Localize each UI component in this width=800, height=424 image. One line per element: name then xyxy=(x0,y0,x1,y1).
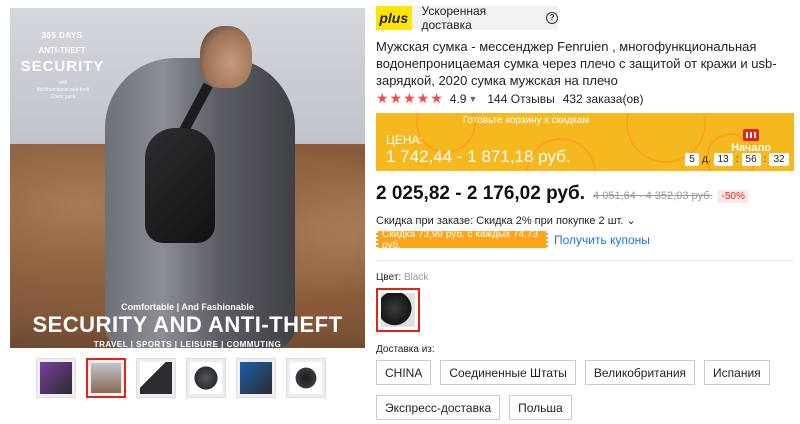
timer-seconds: 32 xyxy=(769,153,789,166)
thumbnail-image xyxy=(240,362,272,394)
ship-option-poland[interactable]: Польша xyxy=(509,395,572,420)
timer-separator: : xyxy=(735,154,739,165)
image-model-head xyxy=(200,26,252,88)
price-row: 2 025,82 - 2 176,02 руб. 4 051,64 - 4 35… xyxy=(376,183,748,205)
thumbnail-image xyxy=(91,363,121,393)
promo-price: 1 742,44 - 1 871,18 руб. xyxy=(386,147,571,166)
timer-days-suffix: д. xyxy=(702,154,711,165)
orders-count: 432 заказа(ов) xyxy=(562,91,644,106)
thumbnail-4[interactable] xyxy=(186,358,226,398)
product-title: Мужская сумка - мессенджер Fenruien , мн… xyxy=(376,39,777,88)
help-icon[interactable]: ? xyxy=(546,12,558,24)
timer-minutes: 56 xyxy=(741,153,761,166)
thumbnail-image xyxy=(190,362,222,394)
promo-price-label: ЦЕНА: xyxy=(386,133,423,147)
ship-option-usa[interactable]: Соединенные Штаты xyxy=(440,360,576,385)
sale-icon xyxy=(743,129,759,141)
fast-shipping-bar: plus Ускоренная доставка ? xyxy=(376,4,558,32)
current-price: 2 025,82 - 2 176,02 руб. xyxy=(376,183,586,204)
order-discount-text: Скидка при заказе: Скидка 2% при покупке… xyxy=(376,215,624,227)
overlay-comfortable: Comfortable | And Fashionable xyxy=(121,302,254,312)
thumbnail-3[interactable] xyxy=(136,358,176,398)
ship-from-options: CHINA Соединенные Штаты Великобритания И… xyxy=(376,360,796,420)
thumbnail-strip xyxy=(36,358,326,398)
plus-badge: plus xyxy=(376,6,412,30)
color-swatch-black[interactable] xyxy=(376,288,420,332)
overlay-headline: SECURITY AND ANTI-THEFT xyxy=(32,312,343,337)
thumbnail-image xyxy=(290,362,322,394)
promo-banner-text: Готовьте корзину к скидкам xyxy=(462,115,590,126)
image-bag xyxy=(145,128,215,243)
chevron-down-icon: ⌄ xyxy=(626,215,636,227)
get-coupons-link[interactable]: Получить купоны xyxy=(554,233,650,247)
overlay-with-text: with Multifunctional anti-theft Chest pa… xyxy=(36,80,90,100)
fast-shipping-label: Ускоренная доставка xyxy=(421,4,487,32)
timer-hours: 13 xyxy=(713,153,733,166)
promo-banner: Готовьте корзину к скидкам ЦЕНА: 1 742,4… xyxy=(376,113,794,171)
overlay-days: 365 DAYS xyxy=(41,31,83,40)
ship-from-label: Доставка из: xyxy=(376,344,435,355)
overlay-tags: TRAVEL | SPORTS | LEISURE | COMMUTING xyxy=(93,340,282,348)
thumbnail-2[interactable] xyxy=(86,358,126,398)
thumbnail-1[interactable] xyxy=(36,358,76,398)
promo-start: Начало xyxy=(716,129,786,154)
order-discount[interactable]: Скидка при заказе: Скидка 2% при покупке… xyxy=(376,214,636,227)
discount-badge: -50% xyxy=(718,190,748,203)
color-value: Black xyxy=(403,272,429,283)
ship-option-china[interactable]: CHINA xyxy=(376,360,432,385)
product-main-image[interactable]: 365 DAYS ANTI-THEFT SECURITY with Multif… xyxy=(10,8,365,348)
reviews-link[interactable]: 144 Отзывы xyxy=(487,92,554,106)
timer-days: 5 xyxy=(685,153,699,166)
rating-value[interactable]: 4.9 xyxy=(450,92,467,106)
divider xyxy=(376,260,794,261)
color-label: Цвет: Black xyxy=(376,272,428,283)
ship-option-uk[interactable]: Великобритания xyxy=(584,360,696,385)
star-rating-icon: ★★★★★ xyxy=(376,90,444,106)
color-swatch-image xyxy=(381,293,415,327)
ship-option-spain[interactable]: Испания xyxy=(704,360,770,385)
ship-option-express[interactable]: Экспресс-доставка xyxy=(376,395,501,420)
thumbnail-6[interactable] xyxy=(286,358,326,398)
countdown-timer: 5 д. 13 : 56 : 32 xyxy=(685,153,789,166)
coupon-row: Скидка 73,99 руб. с каждых 74,73 руб. По… xyxy=(376,229,650,251)
thumbnail-image xyxy=(140,362,172,394)
thumbnail-image xyxy=(40,362,72,394)
color-label-text: Цвет: xyxy=(376,272,404,283)
thumbnail-5[interactable] xyxy=(236,358,276,398)
timer-separator: : xyxy=(763,154,767,165)
overlay-anti-theft: ANTI-THEFT xyxy=(38,46,86,55)
overlay-security: SECURITY xyxy=(20,58,105,75)
rating-row: ★★★★★ 4.9 ▼ 144 Отзывы 432 заказа(ов) xyxy=(376,90,644,107)
old-price: 4 051,64 - 4 352,03 руб. xyxy=(593,190,713,202)
chevron-down-icon[interactable]: ▼ xyxy=(468,94,477,104)
coupon-badge[interactable]: Скидка 73,99 руб. с каждых 74,73 руб. xyxy=(376,229,548,251)
